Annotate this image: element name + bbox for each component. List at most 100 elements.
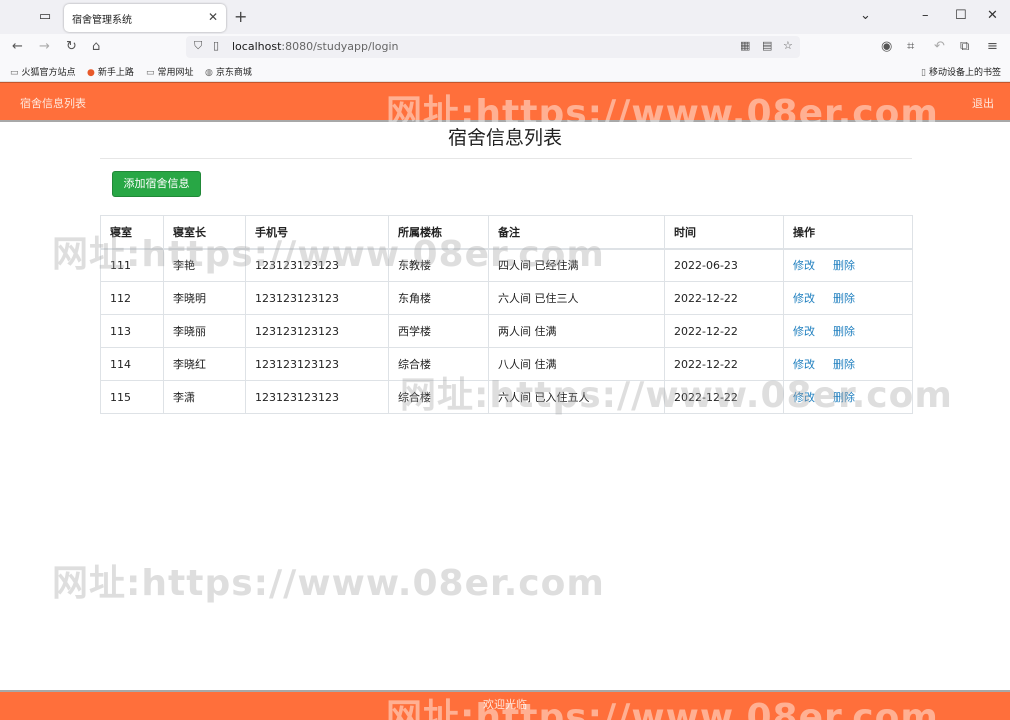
- table-cell: 123123123123: [245, 281, 389, 315]
- table-cell: 115: [100, 380, 164, 414]
- actions-cell: 修改 删除: [783, 380, 913, 414]
- table-row: 114 李晓红 123123123123 综合楼 八人间 住满 2022-12-22 修改 删…: [100, 347, 913, 381]
- new-tab-icon[interactable]: +: [234, 7, 247, 26]
- folder-icon: ▭: [146, 68, 155, 78]
- table-cell: 123123123123: [245, 314, 389, 348]
- screenshot-icon[interactable]: ⌗: [907, 39, 914, 54]
- table-row: 113 李晓丽 123123123123 西学楼 两人间 住满 2022-12-22 修改 删…: [100, 314, 913, 348]
- tab-list-icon[interactable]: ▭: [36, 8, 54, 26]
- table-cell: 综合楼: [388, 380, 489, 414]
- edit-link[interactable]: 修改: [793, 292, 815, 305]
- delete-link[interactable]: 删除: [833, 325, 855, 338]
- page-title: 宿舍信息列表: [447, 127, 562, 149]
- browser-tab[interactable]: 宿舍管理系统 ✕: [64, 4, 226, 32]
- table-cell: 李晓丽: [163, 314, 246, 348]
- table-cell: 2022-12-22: [664, 314, 784, 348]
- bookmark-item[interactable]: ◍ 京东商城: [205, 65, 252, 78]
- table-cell: 李艳: [163, 248, 246, 282]
- minimize-icon[interactable]: –: [922, 8, 929, 23]
- bookmark-item[interactable]: ▭ 火狐官方站点: [10, 65, 76, 78]
- edit-link[interactable]: 修改: [793, 358, 815, 371]
- table-row: 115 李潇 123123123123 综合楼 六人间 已入住五人 2022-12-22 修…: [100, 380, 913, 414]
- logout-link[interactable]: 退出: [972, 95, 994, 111]
- column-header: 所属楼栋: [388, 215, 489, 250]
- table-cell: 123123123123: [245, 248, 389, 282]
- edit-link[interactable]: 修改: [793, 325, 815, 338]
- table-cell: 2022-06-23: [664, 248, 784, 282]
- table-cell: 123123123123: [245, 347, 389, 381]
- table-row: 112 李晓明 123123123123 东角楼 六人间 已住三人 2022-12-22 修…: [100, 281, 913, 315]
- watermark: 网址:https://www.08er.com: [52, 563, 605, 604]
- menu-icon[interactable]: ≡: [987, 39, 998, 54]
- table-cell: 六人间 已入住五人: [488, 380, 665, 414]
- table-cell: 114: [100, 347, 164, 381]
- account-icon[interactable]: ◉: [881, 39, 892, 54]
- close-tab-icon[interactable]: ✕: [206, 10, 220, 24]
- chevron-down-icon[interactable]: ⌄: [860, 8, 871, 23]
- table-cell: 李晓明: [163, 281, 246, 315]
- edit-link[interactable]: 修改: [793, 259, 815, 272]
- browser-nav-bar: ← → ↻ ⌂ ⛉ ▯ localhost:8080/studyapp/logi…: [0, 34, 1010, 60]
- table-cell: 综合楼: [388, 347, 489, 381]
- actions-cell: 修改 删除: [783, 347, 913, 381]
- add-dorm-button[interactable]: 添加宿舍信息: [112, 171, 201, 197]
- page-icon[interactable]: ▯: [213, 39, 219, 52]
- delete-link[interactable]: 删除: [833, 358, 855, 371]
- reader-view-icon[interactable]: ▤: [762, 39, 772, 52]
- table-header-row: 寝室 寝室长 手机号 所属楼栋 备注 时间 操作: [100, 215, 913, 250]
- close-window-icon[interactable]: ✕: [987, 8, 998, 23]
- table-cell: 2022-12-22: [664, 281, 784, 315]
- reload-icon[interactable]: ↻: [66, 39, 77, 54]
- table-cell: 八人间 住满: [488, 347, 665, 381]
- maximize-icon[interactable]: ☐: [955, 8, 967, 23]
- divider: [100, 158, 912, 159]
- table-cell: 西学楼: [388, 314, 489, 348]
- qr-code-icon[interactable]: ▦: [740, 39, 750, 52]
- delete-link[interactable]: 删除: [833, 292, 855, 305]
- actions-cell: 修改 删除: [783, 248, 913, 282]
- table-cell: 东角楼: [388, 281, 489, 315]
- table-cell: 111: [100, 248, 164, 282]
- table-cell: 东教楼: [388, 248, 489, 282]
- url-text[interactable]: localhost:8080/studyapp/login: [232, 40, 399, 53]
- shield-icon[interactable]: ⛉: [194, 39, 202, 53]
- table-cell: 李晓红: [163, 347, 246, 381]
- browser-tab-bar: ▭ 宿舍管理系统 ✕ + ⌄ – ☐ ✕: [0, 0, 1010, 34]
- forward-icon[interactable]: →: [39, 39, 50, 54]
- table-cell: 李潇: [163, 380, 246, 414]
- edit-link[interactable]: 修改: [793, 391, 815, 404]
- delete-link[interactable]: 删除: [833, 391, 855, 404]
- actions-cell: 修改 删除: [783, 281, 913, 315]
- extensions-icon[interactable]: ⧉: [960, 39, 969, 54]
- table-cell: 2022-12-22: [664, 347, 784, 381]
- mobile-icon: ▯: [921, 68, 926, 78]
- column-header: 备注: [488, 215, 665, 250]
- undo-icon[interactable]: ↶: [934, 39, 945, 54]
- table-cell: 两人间 住满: [488, 314, 665, 348]
- home-icon[interactable]: ⌂: [92, 39, 100, 54]
- bookmark-item[interactable]: ● 新手上路: [87, 65, 134, 78]
- delete-link[interactable]: 删除: [833, 259, 855, 272]
- table-cell: 2022-12-22: [664, 380, 784, 414]
- column-header: 时间: [664, 215, 784, 250]
- brand-link[interactable]: 宿舍信息列表: [20, 95, 86, 111]
- bookmark-item[interactable]: ▭ 常用网址: [146, 65, 194, 78]
- page-header: 宿舍信息列表 退出: [0, 82, 1010, 122]
- dorm-table: 寝室 寝室长 手机号 所属楼栋 备注 时间 操作 111 李艳 1231231231…: [100, 215, 913, 414]
- column-header: 手机号: [245, 215, 389, 250]
- table-cell: 四人间 已经住满: [488, 248, 665, 282]
- folder-icon: ▭: [10, 68, 19, 78]
- page-footer: 欢迎光临: [0, 690, 1010, 720]
- table-cell: 112: [100, 281, 164, 315]
- table-cell: 113: [100, 314, 164, 348]
- mobile-bookmarks[interactable]: ▯ 移动设备上的书签: [921, 65, 1001, 78]
- bookmarks-bar: ▭ 火狐官方站点 ● 新手上路 ▭ 常用网址 ◍ 京东商城 ▯ 移动设备上的书签: [0, 60, 1010, 82]
- column-header: 寝室: [100, 215, 164, 250]
- footer-text: 欢迎光临: [483, 698, 527, 711]
- back-icon[interactable]: ←: [12, 39, 23, 54]
- address-bar[interactable]: ⛉ ▯ localhost:8080/studyapp/login ▦ ▤ ☆: [186, 36, 800, 58]
- table-cell: 123123123123: [245, 380, 389, 414]
- actions-cell: 修改 删除: [783, 314, 913, 348]
- globe-icon: ◍: [205, 68, 213, 78]
- star-icon[interactable]: ☆: [783, 39, 793, 52]
